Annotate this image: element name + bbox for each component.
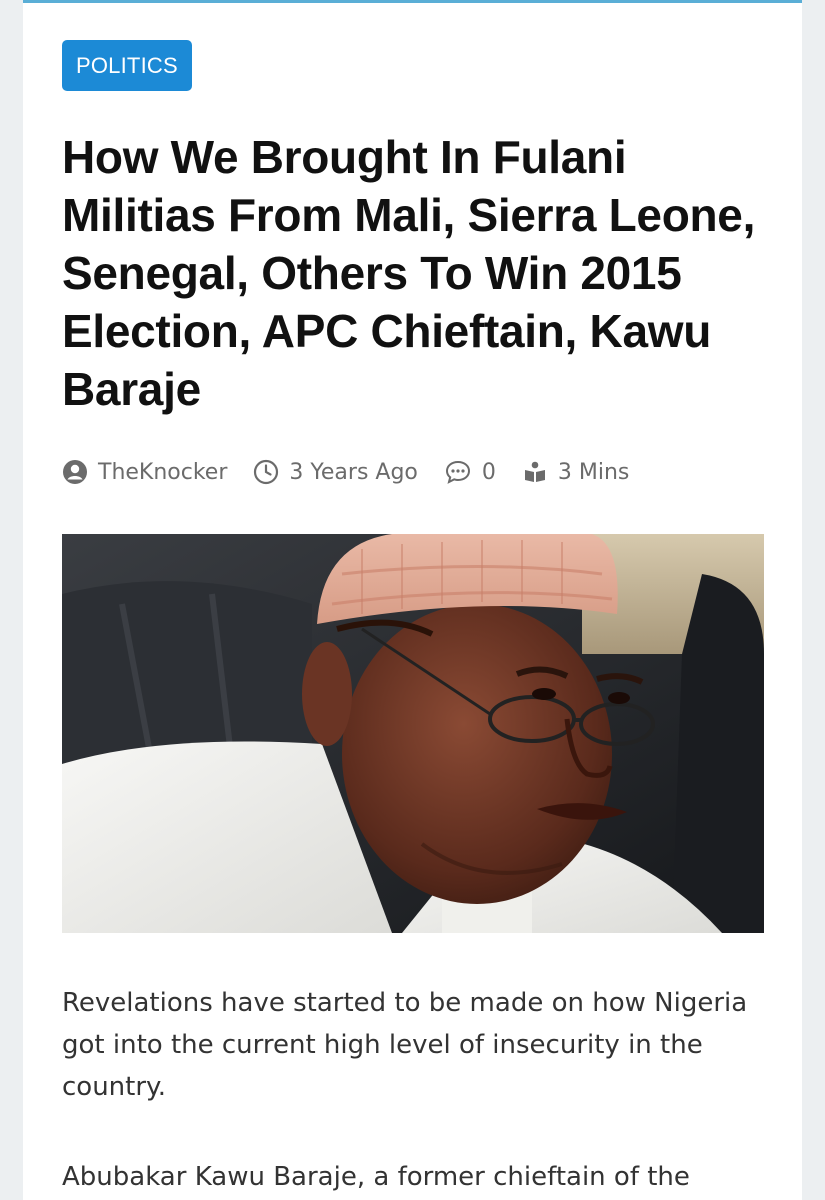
- article-paragraph: Revelations have started to be made on h…: [62, 988, 748, 1102]
- article-featured-image[interactable]: [62, 534, 764, 933]
- read-time: 3 Mins: [557, 459, 630, 485]
- top-accent-line: [23, 0, 802, 3]
- article-card: POLITICS How We Brought In Fulani Militi…: [23, 0, 802, 1200]
- comment-count[interactable]: 0: [482, 460, 496, 485]
- article-paragraph: Abubakar Kawu Baraje, a former chieftain…: [62, 1162, 690, 1192]
- category-badge[interactable]: POLITICS: [62, 40, 192, 91]
- author-meta[interactable]: TheKnocker: [62, 459, 227, 485]
- clock-icon: [253, 459, 279, 485]
- reader-icon: [522, 459, 548, 485]
- article-meta: TheKnocker 3 Years Ago 0 3 Mins: [62, 454, 629, 490]
- read-time-meta: 3 Mins: [522, 459, 630, 485]
- portrait-image: [62, 534, 764, 933]
- comments-meta[interactable]: 0: [444, 459, 496, 485]
- post-date: 3 Years Ago: [289, 459, 418, 485]
- author-name[interactable]: TheKnocker: [98, 460, 227, 485]
- date-meta: 3 Years Ago: [253, 459, 418, 485]
- user-circle-icon: [62, 459, 88, 485]
- comment-bubble-icon: [444, 459, 472, 485]
- article-headline: How We Brought In Fulani Militias From M…: [62, 131, 756, 415]
